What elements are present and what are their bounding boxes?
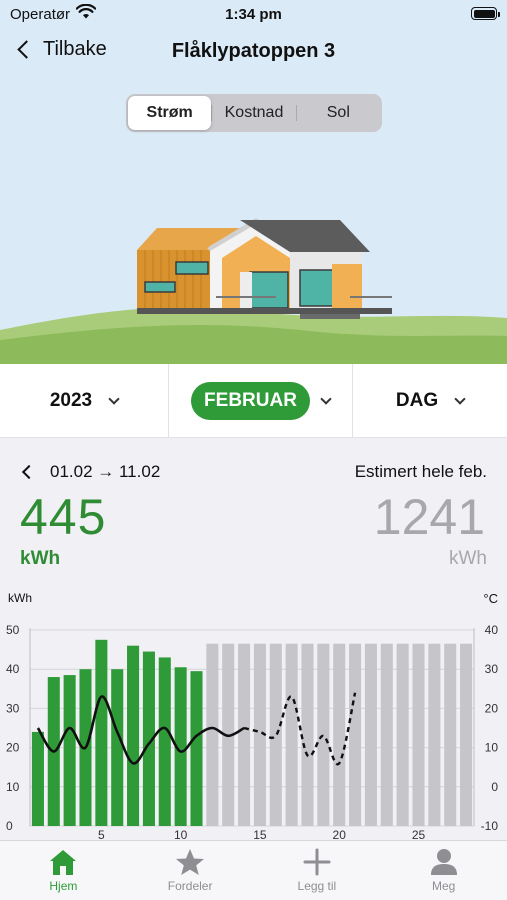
bar-estimate [349, 643, 362, 826]
bar-estimate [269, 643, 282, 826]
chevron-down-icon [108, 392, 120, 405]
bar-estimate [206, 643, 219, 826]
consumption-unit: kWh [20, 548, 61, 569]
tab-fordeler[interactable]: Fordeler [127, 841, 254, 900]
estimate-label: Estimert hele feb. [354, 462, 487, 481]
y-right-axis-label: °C [483, 591, 498, 606]
bar-estimate [301, 643, 314, 826]
x-tick-label: 5 [98, 828, 105, 840]
estimate-value: 1241 [373, 489, 485, 545]
year-value: 2023 [49, 389, 93, 411]
house-illustration [0, 218, 507, 364]
bar-actual [63, 675, 76, 826]
bar-actual [158, 657, 171, 826]
person-icon [430, 849, 457, 875]
bar-estimate [444, 643, 457, 826]
y-right-tick-label: 40 [485, 623, 499, 637]
hero-banner: Operatør 1:34 pm Tilbake Flåklypatoppen … [0, 0, 507, 364]
y-left-axis-label: kWh [8, 591, 32, 605]
y-left-tick-label: 30 [6, 701, 20, 715]
granularity-value: DAG [395, 389, 439, 411]
x-tick-label: 20 [333, 828, 347, 840]
granularity-selector[interactable]: DAG [353, 364, 507, 437]
chevron-down-icon [454, 392, 466, 405]
bar-estimate [412, 643, 425, 826]
y-left-tick-label: 20 [6, 741, 20, 755]
month-selector[interactable]: FEBRUAR [169, 364, 353, 437]
tab-label: Legg til [297, 879, 337, 893]
bar-estimate [238, 643, 251, 826]
view-segmented-control: Strøm Kostnad Sol [126, 94, 382, 132]
estimate-unit: kWh [449, 548, 487, 569]
status-bar: Operatør 1:34 pm [0, 0, 507, 30]
y-right-tick-label: 0 [491, 780, 498, 794]
month-value: FEBRUAR [191, 381, 310, 420]
star-icon [176, 849, 205, 875]
bar-estimate [364, 643, 377, 826]
home-icon [50, 850, 77, 875]
period-range: 01.02 → 11.02 [18, 462, 160, 482]
tab-hjem[interactable]: Hjem [0, 841, 127, 900]
period-selectors: 2023 FEBRUAR DAG [0, 364, 507, 438]
bar-estimate [428, 643, 441, 826]
battery-icon [471, 7, 500, 20]
y-right-tick-label: 30 [485, 662, 499, 676]
tab-legg-til[interactable]: Legg til [254, 841, 381, 900]
bar-estimate [380, 643, 393, 826]
y-left-tick-label: 50 [6, 623, 20, 637]
consumption-value: 445 [20, 489, 107, 545]
bar-actual [31, 731, 44, 826]
x-tick-label: 25 [412, 828, 426, 840]
chevron-down-icon [320, 392, 332, 405]
tab-label: Fordeler [167, 879, 213, 893]
nav-bar: Tilbake Flåklypatoppen 3 [0, 36, 507, 70]
range-label: 01.02 → 11.02 [50, 462, 161, 481]
tab-label: Hjem [49, 879, 78, 893]
segment-kostnad[interactable]: Kostnad [212, 96, 295, 130]
plus-icon [303, 848, 331, 876]
segment-strom[interactable]: Strøm [128, 96, 212, 130]
x-tick-label: 10 [174, 828, 188, 840]
bar-estimate [333, 643, 346, 826]
bar-actual [111, 669, 124, 826]
bar-actual [190, 671, 203, 826]
previous-period-button[interactable] [21, 464, 37, 480]
y-left-tick-label: 40 [6, 662, 20, 676]
bar-estimate [396, 643, 409, 826]
y-left-tick-label: 10 [6, 780, 20, 794]
segment-sol[interactable]: Sol [297, 96, 380, 130]
bar-estimate [285, 643, 298, 826]
year-selector[interactable]: 2023 [0, 364, 169, 437]
bar-actual [127, 645, 140, 826]
y-right-tick-label: -10 [481, 819, 499, 833]
y-right-tick-label: 10 [485, 741, 499, 755]
y-left-tick-label: 0 [6, 819, 13, 833]
y-right-tick-label: 20 [485, 701, 499, 715]
bar-actual [95, 639, 108, 826]
page-title: Flåklypatoppen 3 [171, 40, 336, 62]
tab-bar: Hjem Fordeler Legg til Meg [0, 840, 507, 900]
consumption-chart: kWh °C 0 10 20 30 40 50 -10 0 10 20 30 40 5 10 15 20 25 [6, 591, 499, 840]
clock: 1:34 pm [225, 6, 282, 23]
bar-estimate [460, 643, 473, 826]
tab-label: Meg [431, 879, 456, 893]
tab-meg[interactable]: Meg [380, 841, 507, 900]
x-tick-label: 15 [253, 828, 267, 840]
